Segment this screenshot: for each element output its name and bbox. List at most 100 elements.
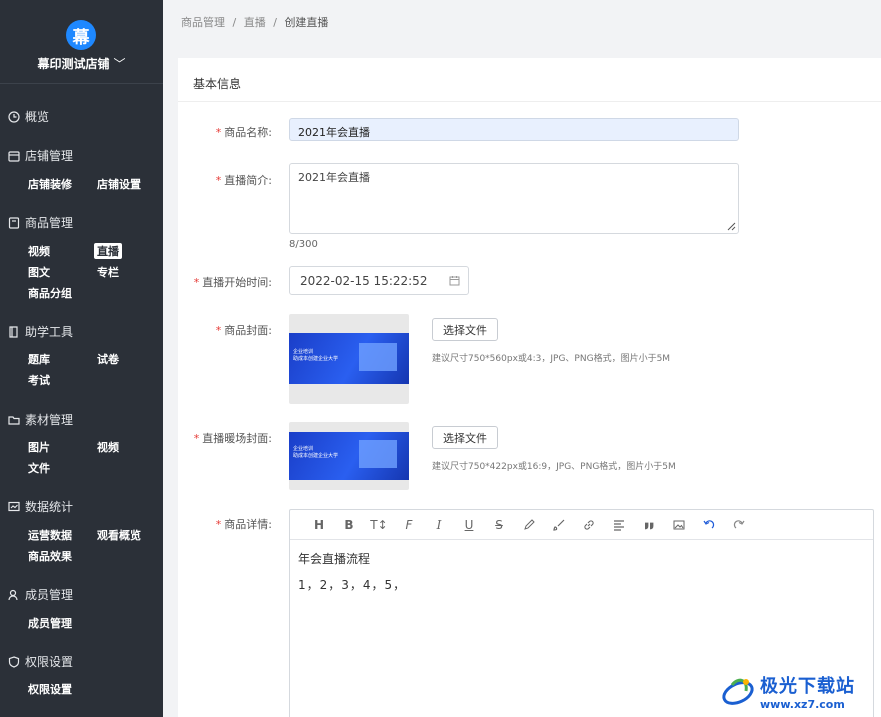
sidebar-item-viewing-overview[interactable]: 观看概览	[97, 527, 141, 543]
start-time-label: * 直播开始时间:	[162, 274, 272, 290]
chart-icon	[8, 501, 20, 511]
nav-group-members[interactable]: 成员管理	[8, 586, 73, 603]
char-count: 8/300	[289, 239, 318, 250]
underline-button[interactable]: U	[454, 515, 484, 535]
warmup-image-text: 企业培训 助成本创建企业大学	[293, 446, 339, 459]
chevron-down-icon: ﹀	[113, 57, 126, 71]
sidebar-item-product-group[interactable]: 商品分组	[28, 285, 72, 301]
sidebar-item-paper[interactable]: 试卷	[97, 351, 119, 367]
cover-image: 企业培训 助成本创建企业大学	[289, 333, 409, 384]
required-mark: *	[215, 126, 222, 139]
cover-label-text: 商品封面:	[224, 324, 272, 337]
align-icon[interactable]	[604, 515, 634, 535]
warmup-hint: 建议尺寸750*422px或16:9，JPG、PNG格式，图片小于5M	[432, 462, 676, 472]
editor-line-2: 1，2，3，4，5，	[298, 578, 407, 592]
required-mark: *	[193, 276, 200, 289]
font-size-button[interactable]: T↕	[364, 515, 394, 535]
sidebar-item-images[interactable]: 图片	[28, 439, 50, 455]
calendar-icon	[449, 276, 460, 286]
italic-button[interactable]: I	[424, 515, 454, 535]
sidebar-item-permission-settings[interactable]: 权限设置	[28, 681, 72, 697]
sidebar-item-live[interactable]: 直播	[94, 243, 122, 259]
link-icon[interactable]	[574, 515, 604, 535]
store-logo[interactable]: 幕	[66, 20, 96, 50]
breadcrumb-product-management[interactable]: 商品管理	[181, 16, 225, 29]
clock-icon	[8, 110, 20, 123]
nav-group-label: 助学工具	[25, 325, 74, 339]
sidebar-item-product-effect[interactable]: 商品效果	[28, 548, 72, 564]
breadcrumb-separator: /	[273, 16, 277, 29]
undo-icon[interactable]	[694, 515, 724, 535]
detail-label: * 商品详情:	[162, 516, 272, 532]
sidebar-item-videos[interactable]: 视频	[97, 439, 119, 455]
watermark-logo-icon	[722, 678, 754, 705]
book-icon	[9, 325, 18, 338]
nav-group-label: 数据统计	[25, 500, 74, 514]
watermark-url: www.xz7.com	[760, 697, 845, 711]
breadcrumb-live[interactable]: 直播	[244, 16, 266, 29]
required-mark: *	[193, 432, 200, 445]
pen-icon[interactable]	[514, 515, 544, 535]
sidebar-item-exam[interactable]: 考试	[28, 372, 50, 388]
name-label: * 商品名称:	[162, 124, 272, 140]
sidebar-item-question-bank[interactable]: 题库	[28, 351, 50, 367]
name-label-text: 商品名称:	[224, 126, 272, 139]
redo-icon[interactable]	[724, 515, 754, 535]
nav-group-label: 商品管理	[25, 216, 74, 230]
breadcrumb-separator: /	[232, 16, 237, 29]
sidebar-item-store-settings[interactable]: 店铺设置	[97, 176, 141, 192]
detail-label-text: 商品详情:	[224, 518, 272, 531]
nav-group-label: 素材管理	[25, 413, 74, 427]
required-mark: *	[215, 174, 222, 187]
cover-select-file-button[interactable]: 选择文件	[432, 318, 498, 341]
sidebar-item-store-decoration[interactable]: 店铺装修	[28, 176, 72, 192]
sidebar-item-column[interactable]: 专栏	[97, 264, 119, 280]
nav-group-learning[interactable]: 助学工具	[8, 323, 73, 340]
bold-button[interactable]: B	[334, 515, 364, 535]
sidebar-item-article[interactable]: 图文	[28, 264, 50, 280]
warmup-image-block	[359, 440, 397, 468]
sidebar-item-files[interactable]: 文件	[28, 460, 50, 476]
image-icon[interactable]	[664, 515, 694, 535]
nav-overview[interactable]: 概览	[8, 108, 49, 125]
sidebar-item-member-management[interactable]: 成员管理	[28, 615, 72, 631]
product-icon	[8, 216, 20, 229]
nav-group-permissions[interactable]: 权限设置	[8, 653, 73, 670]
quote-icon[interactable]	[634, 515, 664, 535]
watermark: 极光下载站 www.xz7.com	[720, 665, 881, 717]
cover-image-block	[359, 343, 397, 371]
start-time-value: 2022-02-15 15:22:52	[300, 274, 428, 288]
user-icon	[8, 589, 18, 600]
intro-label-text: 直播简介:	[224, 174, 272, 187]
breadcrumb-current: 创建直播	[284, 16, 329, 29]
nav-group-label: 店铺管理	[25, 149, 74, 163]
nav-group-materials[interactable]: 素材管理	[8, 411, 73, 428]
sidebar-item-operations-data[interactable]: 运营数据	[28, 527, 72, 543]
start-time-label-text: 直播开始时间:	[202, 276, 272, 289]
store-switcher[interactable]: 幕印测试店铺 ﹀	[0, 55, 163, 72]
nav-group-stats[interactable]: 数据统计	[8, 498, 73, 515]
warmup-select-file-button[interactable]: 选择文件	[432, 426, 498, 449]
section-title: 基本信息	[193, 77, 242, 91]
required-mark: *	[215, 518, 222, 531]
resize-handle-icon[interactable]	[726, 221, 736, 231]
live-intro-textarea[interactable]: 2021年会直播	[289, 163, 739, 234]
shield-icon	[8, 655, 20, 668]
strikethrough-button[interactable]: S	[484, 515, 514, 535]
brush-icon[interactable]	[544, 515, 574, 535]
watermark-title: 极光下载站	[760, 675, 855, 697]
cover-label: * 商品封面:	[162, 322, 272, 338]
sidebar-item-video[interactable]: 视频	[28, 243, 50, 259]
font-family-button[interactable]: F	[394, 515, 424, 535]
start-time-picker[interactable]: 2022-02-15 15:22:52	[289, 266, 469, 295]
cover-image-text: 企业培训 助成本创建企业大学	[293, 349, 339, 362]
nav-group-label: 成员管理	[25, 588, 74, 602]
editor-toolbar: H B T↕ F I U S	[290, 510, 873, 540]
nav-group-product[interactable]: 商品管理	[8, 214, 73, 231]
warmup-cover-preview: 企业培训 助成本创建企业大学	[289, 422, 409, 490]
heading-button[interactable]: H	[304, 515, 334, 535]
product-name-input[interactable]: 2021年会直播	[289, 118, 739, 141]
intro-text: 2021年会直播	[298, 171, 370, 184]
nav-group-label: 概览	[25, 110, 50, 124]
nav-group-store[interactable]: 店铺管理	[8, 147, 73, 164]
